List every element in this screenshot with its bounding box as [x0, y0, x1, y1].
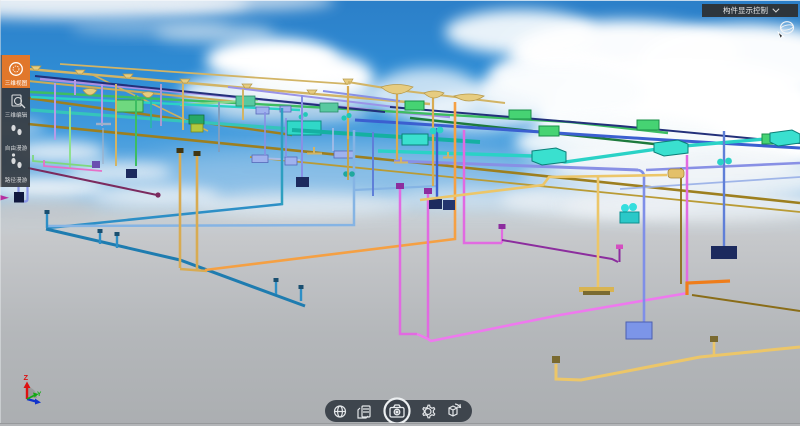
- svg-text:Y: Y: [37, 391, 42, 398]
- svg-text:Z: Z: [24, 373, 29, 382]
